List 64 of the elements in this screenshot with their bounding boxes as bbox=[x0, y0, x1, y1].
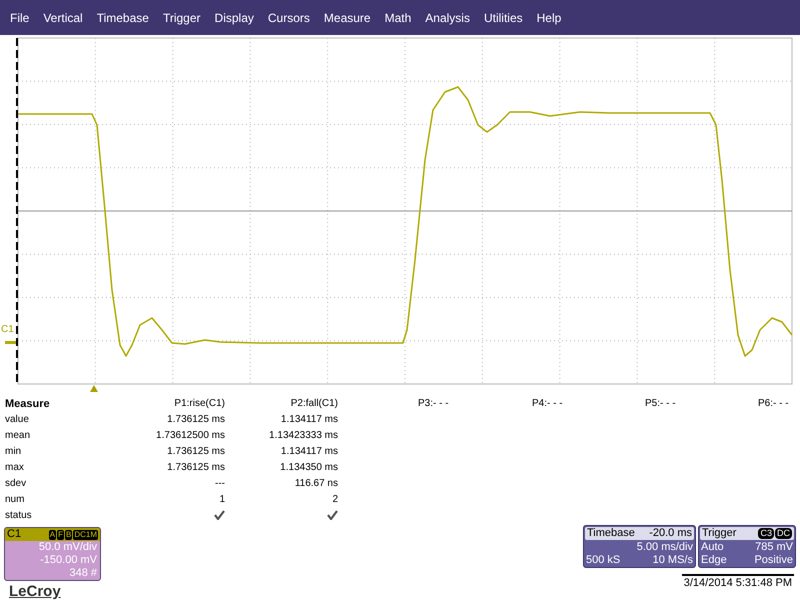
channel-badge: A bbox=[48, 530, 56, 540]
menu-item[interactable]: Utilities bbox=[476, 6, 530, 30]
brand-logo: LeCroy bbox=[9, 584, 61, 599]
table-cell-text: 1.736125 ms bbox=[167, 461, 225, 475]
trigger-slope: Positive bbox=[754, 554, 793, 567]
menu-item[interactable]: Measure bbox=[316, 6, 378, 30]
menu-item[interactable]: Timebase bbox=[90, 6, 156, 30]
table-cell-text: 116.67 ns bbox=[294, 477, 338, 491]
channel-setting: 50.0 mV/div bbox=[38, 541, 98, 554]
date-time: 3/14/2014 5:31:48 PM bbox=[682, 574, 794, 590]
trigger-descriptor-box[interactable]: Trigger C3 DC Auto 785 mV Edge Positive bbox=[698, 525, 796, 568]
row-label: value bbox=[5, 413, 29, 427]
channel-descriptor-box[interactable]: C1 A F B DC1M 50.0 mV/div -150.00 mV 348 # bbox=[4, 527, 101, 581]
menu-item[interactable]: Math bbox=[378, 6, 418, 30]
menu-item[interactable]: Trigger bbox=[156, 6, 208, 30]
row-label: status bbox=[5, 509, 32, 523]
column-header: P6:- - - bbox=[758, 397, 789, 411]
menu-item[interactable]: Vertical bbox=[36, 6, 90, 30]
channel-name: C1 bbox=[7, 529, 22, 540]
channel-badge: B bbox=[64, 530, 72, 540]
table-cell-text: 1.13423333 ms bbox=[269, 429, 338, 443]
table-cell-text: 1 bbox=[219, 493, 225, 507]
row-label: mean bbox=[5, 429, 30, 443]
trigger-level: 785 mV bbox=[755, 541, 793, 554]
menu-item[interactable]: Display bbox=[208, 6, 261, 30]
menu-item[interactable]: File bbox=[3, 6, 36, 30]
channel-marker bbox=[5, 341, 16, 344]
table-cell-text: 1.73612500 ms bbox=[156, 429, 225, 443]
timebase-delay: -20.0 ms bbox=[649, 527, 692, 540]
timebase-descriptor-box[interactable]: Timebase -20.0 ms 5.00 ms/div 500 kS 10 MS/s bbox=[583, 525, 696, 568]
trigger-mode: Auto bbox=[701, 541, 724, 554]
trigger-label: Trigger bbox=[702, 527, 736, 540]
trigger-badge: DC bbox=[775, 528, 792, 539]
column-header: P2:fall(C1) bbox=[290, 397, 338, 411]
table-cell-text: 2 bbox=[332, 493, 338, 507]
menu-item[interactable]: Cursors bbox=[260, 6, 317, 30]
measure-title: Measure bbox=[5, 397, 50, 412]
channel-badge: DC1M bbox=[73, 530, 98, 540]
trigger-type: Edge bbox=[701, 554, 727, 567]
channel-badge: F bbox=[57, 530, 64, 540]
channel-label: C1 bbox=[1, 325, 14, 335]
column-header: P5:- - - bbox=[645, 397, 676, 411]
table-cell-text: 1.134117 ms bbox=[280, 445, 338, 459]
timebase-scale: 5.00 ms/div bbox=[636, 541, 694, 554]
menu-item[interactable]: Help bbox=[530, 6, 568, 30]
channel-setting: -150.00 mV bbox=[39, 554, 98, 567]
channel-setting: 348 # bbox=[68, 567, 98, 580]
timebase-label: Timebase bbox=[587, 527, 635, 540]
row-label: min bbox=[5, 445, 22, 459]
table-cell-text: 1.736125 ms bbox=[167, 413, 225, 427]
sample-rate: 10 MS/s bbox=[652, 554, 693, 567]
row-label: num bbox=[5, 493, 24, 507]
sample-count: 500 kS bbox=[586, 554, 620, 567]
row-label: max bbox=[5, 461, 24, 475]
column-header: P4:- - - bbox=[532, 397, 563, 411]
column-header: P1:rise(C1) bbox=[174, 397, 225, 411]
table-cell-text: --- bbox=[215, 477, 225, 491]
menu-item[interactable]: Analysis bbox=[418, 6, 477, 30]
row-label: sdev bbox=[5, 477, 26, 491]
table-cell-text: 1.736125 ms bbox=[167, 445, 225, 459]
trigger-badge: C3 bbox=[758, 528, 774, 539]
column-header: P3:- - - bbox=[418, 397, 449, 411]
table-cell-text: 1.134117 ms bbox=[280, 413, 338, 427]
table-cell-text: 1.134350 ms bbox=[280, 461, 338, 475]
